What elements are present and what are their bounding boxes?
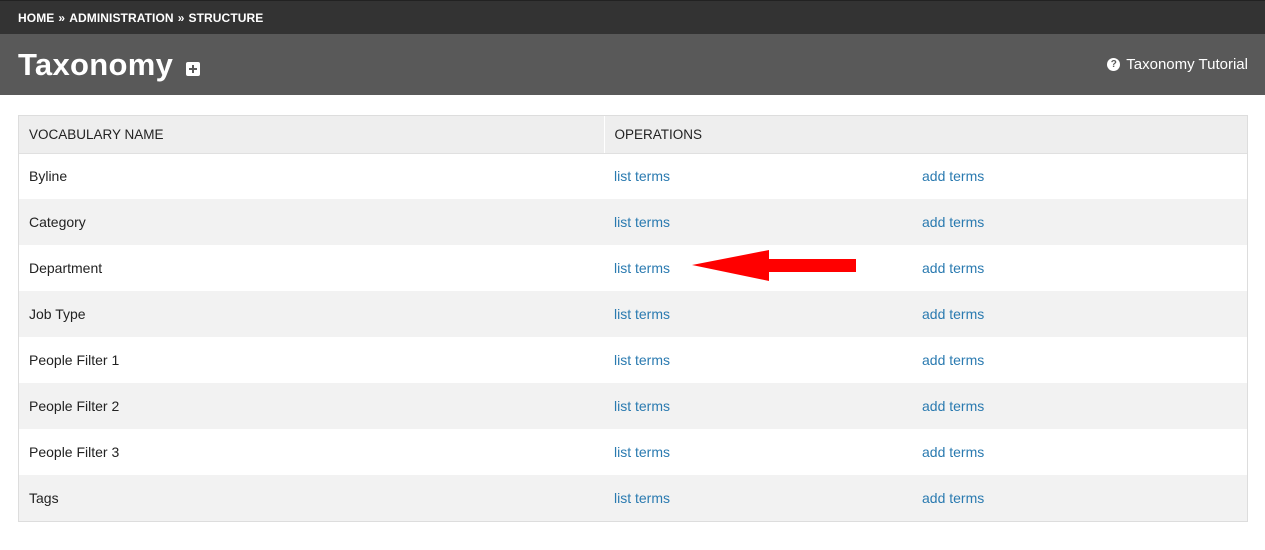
list-terms-link[interactable]: list terms bbox=[614, 260, 670, 276]
list-terms-link[interactable]: list terms bbox=[614, 444, 670, 460]
list-terms-link[interactable]: list terms bbox=[614, 490, 670, 506]
breadcrumb-separator: » bbox=[177, 10, 185, 25]
vocabulary-table: VOCABULARY NAME OPERATIONS Byline list t… bbox=[18, 115, 1248, 522]
table-row: Tags list terms add terms bbox=[19, 475, 1247, 521]
breadcrumb-home[interactable]: HOME bbox=[18, 11, 54, 25]
list-terms-link[interactable]: list terms bbox=[614, 352, 670, 368]
vocabulary-name: People Filter 2 bbox=[19, 383, 604, 429]
breadcrumb: HOME » ADMINISTRATION » STRUCTURE bbox=[0, 0, 1265, 34]
table-row: Department list terms add terms bbox=[19, 245, 1247, 291]
add-terms-link[interactable]: add terms bbox=[922, 260, 984, 276]
add-terms-link[interactable]: add terms bbox=[922, 168, 984, 184]
question-circle-icon: ? bbox=[1107, 58, 1121, 71]
table-row: People Filter 1 list terms add terms bbox=[19, 337, 1247, 383]
vocabulary-name: Category bbox=[19, 199, 604, 245]
vocabulary-name: Tags bbox=[19, 475, 604, 521]
add-terms-link[interactable]: add terms bbox=[922, 306, 984, 322]
add-terms-link[interactable]: add terms bbox=[922, 352, 984, 368]
column-header-vocabulary-name: VOCABULARY NAME bbox=[19, 116, 605, 154]
page-title: Taxonomy bbox=[18, 46, 174, 82]
vocabulary-name: Job Type bbox=[19, 291, 604, 337]
add-terms-link[interactable]: add terms bbox=[922, 490, 984, 506]
table-header-row: VOCABULARY NAME OPERATIONS bbox=[19, 116, 1247, 154]
table-row: Category list terms add terms bbox=[19, 199, 1247, 245]
breadcrumb-structure[interactable]: STRUCTURE bbox=[188, 11, 263, 25]
column-header-operations: OPERATIONS bbox=[604, 116, 1247, 154]
vocabulary-name: Department bbox=[19, 245, 604, 291]
table-row: People Filter 3 list terms add terms bbox=[19, 429, 1247, 475]
red-arrow-annotation bbox=[692, 250, 856, 281]
vocabulary-name: People Filter 1 bbox=[19, 337, 604, 383]
table-row: Job Type list terms add terms bbox=[19, 291, 1247, 337]
breadcrumb-administration[interactable]: ADMINISTRATION bbox=[69, 11, 174, 25]
table-row: People Filter 2 list terms add terms bbox=[19, 383, 1247, 429]
vocabulary-name: Byline bbox=[19, 153, 604, 199]
add-terms-link[interactable]: add terms bbox=[922, 214, 984, 230]
list-terms-link[interactable]: list terms bbox=[614, 214, 670, 230]
breadcrumb-separator: » bbox=[58, 10, 66, 25]
taxonomy-tutorial-link[interactable]: ? Taxonomy Tutorial bbox=[1107, 56, 1248, 73]
plus-square-icon[interactable] bbox=[186, 61, 201, 76]
table-row: Byline list terms add terms bbox=[19, 153, 1247, 199]
list-terms-link[interactable]: list terms bbox=[614, 306, 670, 322]
page-header: Taxonomy ? Taxonomy Tutorial bbox=[0, 34, 1265, 95]
list-terms-link[interactable]: list terms bbox=[614, 398, 670, 414]
vocabulary-name: People Filter 3 bbox=[19, 429, 604, 475]
add-terms-link[interactable]: add terms bbox=[922, 398, 984, 414]
add-terms-link[interactable]: add terms bbox=[922, 444, 984, 460]
list-terms-link[interactable]: list terms bbox=[614, 168, 670, 184]
tutorial-label: Taxonomy Tutorial bbox=[1126, 56, 1248, 73]
